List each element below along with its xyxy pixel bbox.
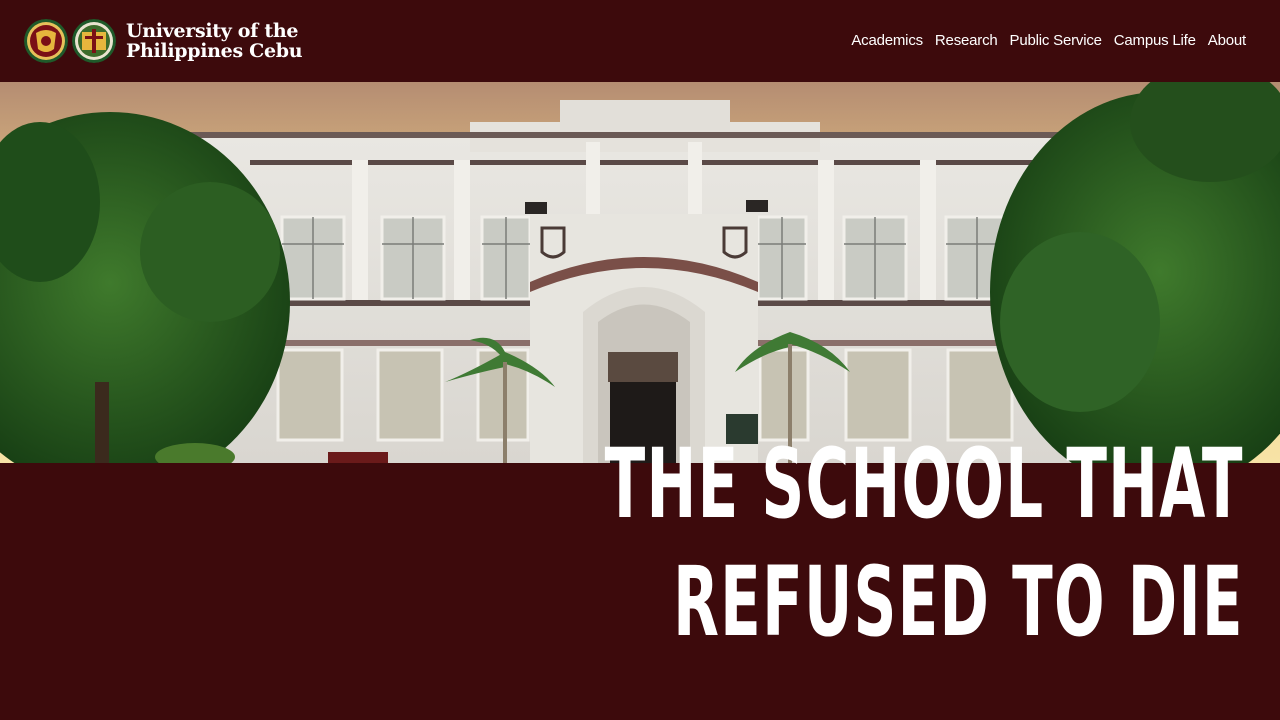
brand-logo-link[interactable]: University of the Philippines Cebu [24, 19, 303, 63]
brand-line-1: University of the [126, 20, 299, 42]
up-cebu-seal-icon [72, 19, 116, 63]
hero-headline-line-2: Refused to Die [673, 546, 1244, 658]
brand-line-2: Philippines Cebu [126, 40, 303, 62]
hero-headline-line-1: The School That [604, 428, 1244, 540]
nav-academics[interactable]: Academics [851, 32, 923, 49]
nav-research[interactable]: Research [935, 32, 998, 49]
up-seal-icon [24, 19, 68, 63]
hero-image [0, 82, 1280, 463]
brand-name: University of the Philippines Cebu [126, 20, 303, 62]
main-nav: Academics Research Public Service Campus… [851, 32, 1246, 49]
site-header: University of the Philippines Cebu Acade… [0, 0, 1280, 82]
hero-headline: The School That Refused to Die [605, 425, 1244, 661]
nav-public-service[interactable]: Public Service [1010, 32, 1102, 49]
nav-campus-life[interactable]: Campus Life [1114, 32, 1196, 49]
nav-about[interactable]: About [1208, 32, 1246, 49]
